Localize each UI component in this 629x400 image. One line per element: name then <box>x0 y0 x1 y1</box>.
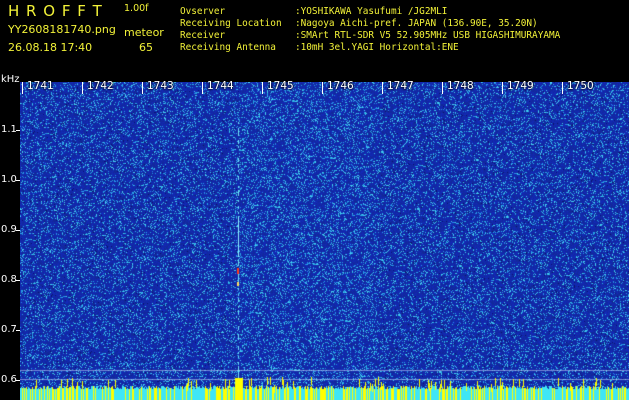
time-tick-mark <box>202 82 203 94</box>
axis-tick-label: 0.7 <box>1 324 17 335</box>
time-tick-mark <box>562 82 563 94</box>
image-filename: YY2608181740.png <box>8 23 116 36</box>
time-label: 1742 <box>87 80 114 92</box>
time-tick-mark <box>262 82 263 94</box>
time-label: 1747 <box>387 80 414 92</box>
info-value-receiver: :SMArt RTL-SDR V5 52.905MHz USB HIGASHIM… <box>295 30 561 41</box>
time-label: 1748 <box>447 80 474 92</box>
capture-datetime: 26.08.18 17:40 <box>8 41 93 54</box>
info-label-antenna: Receiving Antenna <box>180 42 276 53</box>
spectrogram-waterfall <box>20 82 629 400</box>
frequency-axis: kHz 1.1 1.0 0.9 0.8 0.7 0.6 <box>0 72 20 400</box>
time-label: 1744 <box>207 80 234 92</box>
spectrogram-canvas <box>20 82 629 400</box>
time-tick-mark <box>442 82 443 94</box>
time-tick-mark <box>502 82 503 94</box>
meteor-label: meteor <box>124 26 164 39</box>
info-value-antenna: :10mH 3el.YAGI Horizontal:ENE <box>295 42 459 53</box>
axis-tick-label: 0.6 <box>1 374 17 385</box>
time-tick-mark <box>22 82 23 94</box>
time-tick-mark <box>322 82 323 94</box>
axis-tick-label: 0.8 <box>1 274 17 285</box>
info-label-location: Receiving Location <box>180 18 282 29</box>
time-label: 1745 <box>267 80 294 92</box>
info-value-location: :Nagoya Aichi-pref. JAPAN (136.90E, 35.2… <box>295 18 538 29</box>
time-label: 1743 <box>147 80 174 92</box>
time-label: 1746 <box>327 80 354 92</box>
app-brand: H R O F F T <box>8 2 103 20</box>
time-tick-mark <box>142 82 143 94</box>
info-value-observer: :YOSHIKAWA Yasufumi /JG2MLI <box>295 6 448 17</box>
axis-tick-label: 1.1 <box>1 124 17 135</box>
time-label: 1741 <box>27 80 54 92</box>
info-label-observer: Ovserver <box>180 6 226 17</box>
app-version: 1.00f <box>124 3 149 14</box>
axis-tick-label: 1.0 <box>1 174 17 185</box>
axis-unit-label: kHz <box>1 74 20 85</box>
time-tick-mark <box>82 82 83 94</box>
time-label: 1750 <box>567 80 594 92</box>
time-tick-mark <box>382 82 383 94</box>
info-label-receiver: Receiver <box>180 30 226 41</box>
header-panel: H R O F F T 1.00f YY2608181740.png meteo… <box>0 0 629 72</box>
meteor-count: 65 <box>139 41 153 54</box>
time-label: 1749 <box>507 80 534 92</box>
axis-tick-label: 0.9 <box>1 224 17 235</box>
